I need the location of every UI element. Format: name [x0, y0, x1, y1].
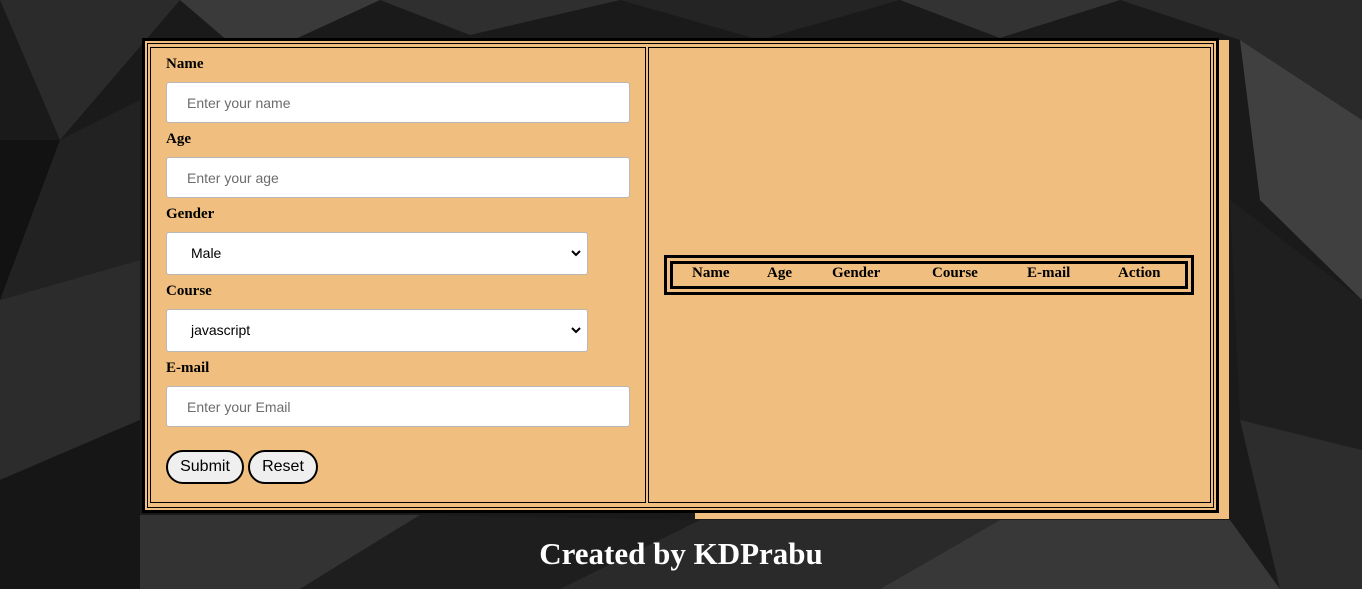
email-label: E-mail	[166, 360, 210, 376]
age-input[interactable]	[166, 157, 630, 198]
chevron-down-icon	[571, 250, 581, 257]
gender-selected-value: Male	[191, 245, 222, 261]
records-table	[664, 255, 1194, 295]
course-selected-value: javascript	[191, 322, 251, 338]
course-label: Course	[166, 283, 212, 299]
reset-button[interactable]: Reset	[248, 450, 318, 484]
name-input[interactable]	[166, 82, 630, 123]
submit-button[interactable]: Submit	[166, 450, 244, 484]
course-select[interactable]: javascript	[166, 309, 588, 352]
footer-credit: Created by KDPrabu	[539, 536, 823, 571]
table-header-age: Age	[767, 265, 792, 281]
table-header-gender: Gender	[832, 265, 881, 281]
table-header-name: Name	[692, 265, 730, 281]
email-input[interactable]	[166, 386, 630, 427]
table-header-email: E-mail	[1027, 265, 1071, 281]
gender-label: Gender	[166, 206, 215, 222]
age-label: Age	[166, 131, 191, 147]
name-label: Name	[166, 56, 204, 72]
chevron-down-icon	[571, 327, 581, 334]
records-table-inner-border	[670, 261, 1188, 289]
table-header-action: Action	[1118, 265, 1161, 281]
gender-select[interactable]: Male	[166, 232, 588, 275]
table-header-course: Course	[932, 265, 978, 281]
